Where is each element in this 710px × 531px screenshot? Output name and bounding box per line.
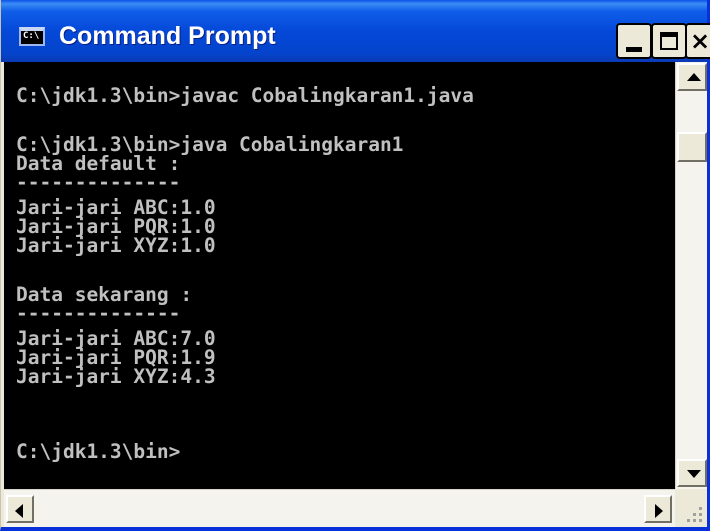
app-icon-text: C:\ [23,31,40,41]
scroll-left-button[interactable] [6,495,34,523]
console-output[interactable]: C:\jdk1.3\bin>javac Cobalingkaran1.java … [4,62,675,489]
console-line: Jari-jari XYZ:1.0 [16,234,216,257]
vertical-scroll-thumb[interactable] [677,132,707,162]
scroll-up-button[interactable] [677,63,707,91]
vertical-scrollbar[interactable] [675,62,707,489]
scroll-left-arrow-icon [15,504,23,518]
horizontal-scrollbar[interactable] [4,489,675,527]
console-line: -------------- [16,171,181,194]
close-icon: × [690,27,710,55]
console-line: C:\jdk1.3\bin> [16,440,181,463]
scroll-down-arrow-icon [687,470,701,478]
close-button[interactable]: × [685,23,710,59]
minimize-icon [626,47,642,52]
resize-grip-icon[interactable] [675,489,707,527]
title-bar[interactable]: C:\ Command Prompt × [1,0,710,62]
console-line: Jari-jari XYZ:4.3 [16,365,216,388]
scroll-up-arrow-icon [687,73,701,81]
command-prompt-window: C:\ Command Prompt × C:\jdk1.3\bin>javac… [0,0,710,531]
maximize-button[interactable] [651,23,687,59]
console-app-icon[interactable]: C:\ [19,27,45,46]
minimize-button[interactable] [616,23,652,59]
scroll-right-arrow-icon [655,504,663,518]
console-line: C:\jdk1.3\bin>javac Cobalingkaran1.java [16,84,474,107]
console-line: -------------- [16,302,181,325]
scroll-down-button[interactable] [677,459,707,487]
maximize-icon [660,32,678,50]
scroll-right-button[interactable] [644,495,672,523]
window-title: Command Prompt [59,22,276,50]
